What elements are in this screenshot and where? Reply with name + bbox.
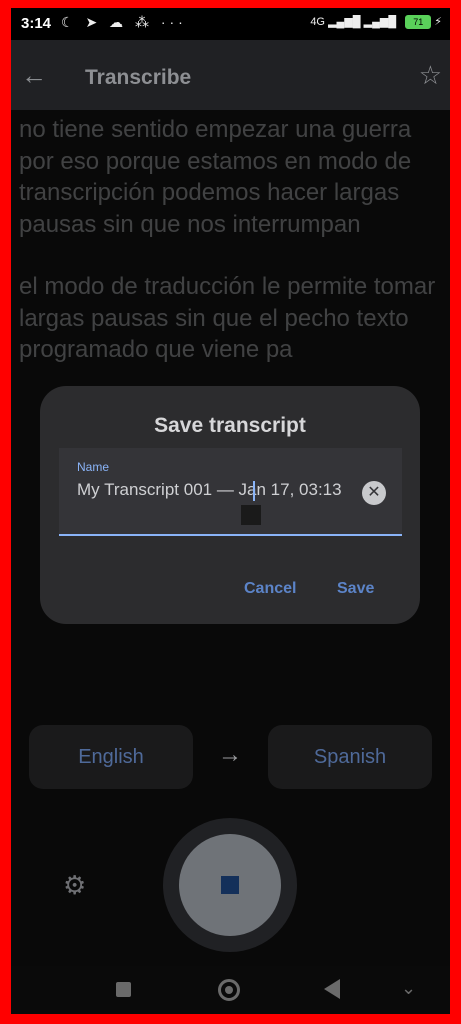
home-icon[interactable] xyxy=(218,979,240,1001)
target-language-button[interactable]: Spanish xyxy=(268,725,432,789)
page-title: Transcribe xyxy=(85,66,192,89)
system-nav-bar: ⌄ xyxy=(11,966,450,1014)
nav-down-icon[interactable]: ⌄ xyxy=(401,978,416,999)
status-right: 4G ▂▄▆█ ▂▄▆█ 71 ⚡ xyxy=(310,15,442,30)
cursor-handle[interactable] xyxy=(241,505,261,525)
arrow-right-icon: → xyxy=(218,741,242,768)
name-field-label: Name xyxy=(77,460,110,474)
save-button[interactable]: Save xyxy=(337,580,374,598)
name-field-value[interactable]: My Transcript 001 — Jan 17, 03:13 xyxy=(77,478,357,501)
status-time: 3:14 xyxy=(21,15,52,32)
charging-icon: ⚡ xyxy=(434,16,442,28)
status-bar: 3:14 ☾ ➤ ☁ ⁂ ··· 4G ▂▄▆█ ▂▄▆█ 71 ⚡ xyxy=(11,8,450,40)
recents-icon[interactable] xyxy=(116,982,131,997)
back-arrow-icon[interactable]: ← xyxy=(21,60,47,91)
clear-icon[interactable]: ✕ xyxy=(362,481,386,505)
dialog-title: Save transcript xyxy=(154,414,306,437)
app-bar: ← Transcribe ☆ xyxy=(11,40,450,110)
battery-icon: 71 xyxy=(405,15,432,30)
network-type: 4G xyxy=(310,16,325,28)
save-transcript-dialog: Save transcript Name My Transcript 001 —… xyxy=(40,386,420,624)
signal-icon: ▂▄▆█ ▂▄▆█ xyxy=(328,16,397,28)
name-field[interactable]: Name My Transcript 001 — Jan 17, 03:13 ✕ xyxy=(59,448,402,536)
back-triangle-icon[interactable] xyxy=(324,979,340,999)
phone-screen: 3:14 ☾ ➤ ☁ ⁂ ··· 4G ▂▄▆█ ▂▄▆█ 71 ⚡ ← Tra… xyxy=(11,8,450,1014)
record-button-ring xyxy=(163,818,297,952)
gear-icon[interactable]: ⚙ xyxy=(63,870,86,901)
stop-icon xyxy=(221,876,239,894)
stop-button[interactable] xyxy=(179,834,281,936)
cancel-button[interactable]: Cancel xyxy=(244,580,296,598)
notification-icons: ☾ ➤ ☁ ⁂ ··· xyxy=(61,14,187,30)
text-cursor xyxy=(253,481,255,501)
star-icon[interactable]: ☆ xyxy=(419,60,442,91)
source-language-button[interactable]: English xyxy=(29,725,193,789)
